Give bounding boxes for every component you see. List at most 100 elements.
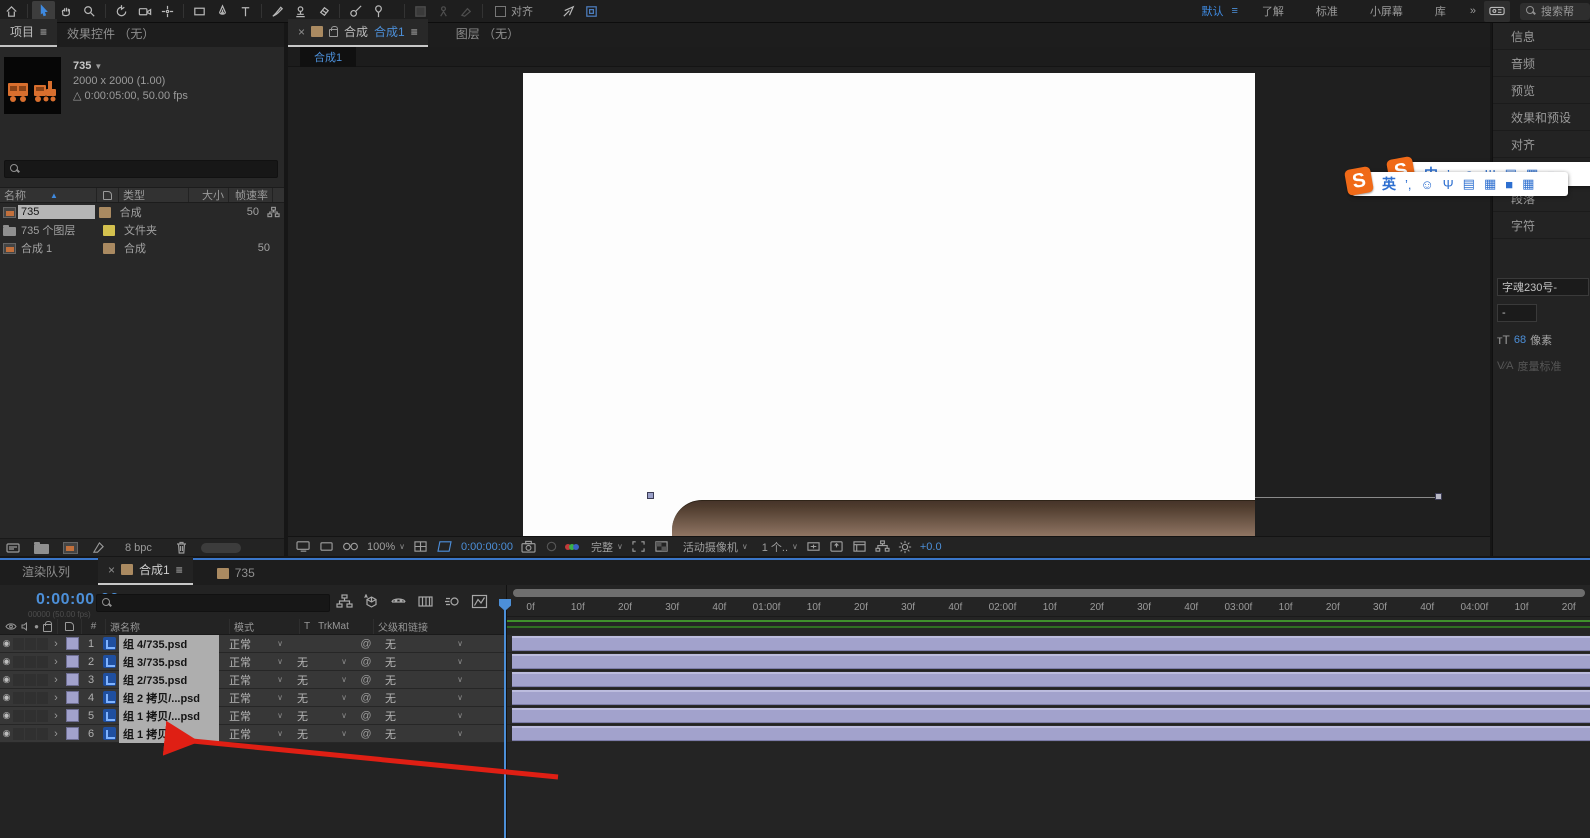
sync-settings-icon[interactable] bbox=[1484, 1, 1510, 22]
magnification-menu[interactable]: 100% bbox=[367, 541, 395, 553]
trash-icon[interactable] bbox=[176, 541, 187, 554]
layer-row[interactable]: ◉ › 2 组 3/735.psd 正常∨ 无∨ @ 无∨ bbox=[0, 653, 506, 671]
item-name[interactable]: 合成 1 bbox=[18, 239, 98, 257]
shape-anchor-handle[interactable] bbox=[647, 492, 654, 499]
panel-header[interactable]: 字符 bbox=[1493, 212, 1590, 239]
parent-dropdown[interactable]: 无∨ bbox=[381, 637, 467, 651]
eye-icon[interactable]: ◉ bbox=[0, 674, 13, 685]
show-snapshot-icon[interactable] bbox=[544, 540, 559, 553]
column-name[interactable]: 名称▲ bbox=[0, 188, 97, 202]
goggles-icon[interactable] bbox=[342, 540, 359, 553]
keyboard-icon[interactable]: ▤ bbox=[1463, 176, 1475, 192]
solo-switch-cell[interactable] bbox=[25, 638, 36, 650]
selection-handle[interactable] bbox=[1435, 493, 1442, 500]
lock-icon[interactable] bbox=[43, 624, 52, 632]
label-color-chip[interactable] bbox=[99, 207, 111, 218]
bit-depth-label[interactable]: 8 bpc bbox=[125, 542, 152, 554]
track-row[interactable] bbox=[507, 707, 1590, 725]
timeline-scrollbar[interactable] bbox=[513, 589, 1585, 597]
playhead-line[interactable] bbox=[504, 599, 506, 838]
column-source-name[interactable]: 源名称 bbox=[110, 619, 140, 634]
trkmat-dropdown[interactable] bbox=[293, 637, 351, 651]
transparency-grid-icon[interactable] bbox=[654, 540, 669, 553]
parent-dropdown[interactable]: 无∨ bbox=[381, 673, 467, 687]
mask-visibility-icon[interactable] bbox=[436, 540, 453, 553]
lock-switch-cell[interactable] bbox=[37, 638, 48, 650]
solo-switch-cell[interactable] bbox=[25, 710, 36, 722]
blend-mode-dropdown[interactable]: 正常∨ bbox=[225, 691, 287, 705]
column-t[interactable]: T bbox=[304, 621, 310, 632]
box-icon[interactable]: ■ bbox=[1505, 177, 1513, 192]
current-time-display[interactable]: 0:00:00:00 bbox=[461, 541, 513, 553]
project-row-comp1[interactable]: 合成 1 合成 50 bbox=[0, 239, 284, 257]
track-row[interactable] bbox=[507, 725, 1590, 743]
show-channels-icon[interactable] bbox=[567, 544, 579, 550]
layer-duration-bar[interactable] bbox=[512, 690, 1590, 705]
track-row[interactable] bbox=[507, 689, 1590, 707]
frame-blend-icon[interactable] bbox=[417, 594, 434, 609]
monitor-icon[interactable] bbox=[296, 540, 311, 553]
layer-duration-bar[interactable] bbox=[512, 708, 1590, 723]
layer-duration-bar[interactable] bbox=[512, 654, 1590, 669]
layer-row[interactable]: ◉ › 4 组 2 拷贝/...psd 正常∨ 无∨ @ 无∨ bbox=[0, 689, 506, 707]
audio-switch-cell[interactable] bbox=[13, 728, 24, 740]
rotate-tool[interactable] bbox=[110, 1, 133, 22]
audio-switch-cell[interactable] bbox=[13, 638, 24, 650]
panel-header[interactable]: 预览 bbox=[1493, 77, 1590, 104]
twirl-icon[interactable]: › bbox=[49, 728, 63, 740]
lock-icon[interactable] bbox=[329, 29, 338, 37]
audio-switch-cell[interactable] bbox=[13, 656, 24, 668]
footage-name[interactable]: 735 ▼ bbox=[73, 59, 188, 74]
column-label[interactable] bbox=[97, 188, 119, 202]
zoom-tool[interactable] bbox=[78, 1, 101, 22]
blend-mode-dropdown[interactable]: 正常∨ bbox=[225, 637, 287, 651]
close-icon[interactable]: × bbox=[108, 563, 115, 577]
tab-composition[interactable]: × 合成 合成1 ≡ bbox=[288, 19, 428, 47]
type-tool[interactable] bbox=[234, 1, 257, 22]
new-composition-icon[interactable] bbox=[63, 542, 78, 554]
pixel-aspect-icon[interactable] bbox=[806, 540, 821, 553]
solo-switch-cell[interactable] bbox=[25, 692, 36, 704]
label-tag-icon[interactable] bbox=[65, 622, 74, 631]
punctuation-icon[interactable]: ’, bbox=[1405, 177, 1412, 192]
column-framerate[interactable]: 帧速率 bbox=[229, 188, 273, 202]
panel-menu-icon[interactable]: ≡ bbox=[411, 25, 418, 39]
workspace-tab-standard[interactable]: 标准 bbox=[1316, 3, 1338, 19]
parent-dropdown[interactable]: 无∨ bbox=[381, 691, 467, 705]
video-eye-icon[interactable] bbox=[5, 622, 17, 631]
font-style-dropdown[interactable]: - bbox=[1497, 304, 1537, 322]
eye-icon[interactable]: ◉ bbox=[0, 692, 13, 703]
mask-expansion-icon[interactable] bbox=[580, 1, 603, 22]
eye-icon[interactable]: ◉ bbox=[0, 710, 13, 721]
twirl-icon[interactable]: › bbox=[49, 656, 63, 668]
layer-duration-bar[interactable] bbox=[512, 636, 1590, 651]
fast-preview-icon[interactable] bbox=[829, 540, 844, 553]
track-row[interactable] bbox=[507, 635, 1590, 653]
solo-icon[interactable]: ● bbox=[34, 622, 39, 631]
pan-behind-tool[interactable] bbox=[156, 1, 179, 22]
eye-icon[interactable]: ◉ bbox=[0, 638, 13, 649]
motion-blur-icon[interactable] bbox=[444, 594, 461, 609]
column-size[interactable]: 大小 bbox=[189, 188, 229, 202]
tab-timeline-comp1[interactable]: × 合成1 ≡ bbox=[98, 557, 193, 585]
panel-menu-icon[interactable]: ≡ bbox=[40, 25, 47, 39]
layer-label-chip[interactable] bbox=[66, 691, 79, 704]
parent-dropdown[interactable]: 无∨ bbox=[381, 727, 467, 741]
layer-row[interactable]: ◉ › 6 组 1 拷贝... 正常∨ 无∨ @ 无∨ bbox=[0, 725, 506, 743]
parent-pickwhip-icon[interactable]: @ bbox=[357, 656, 375, 668]
audio-icon[interactable] bbox=[21, 622, 30, 631]
blend-mode-dropdown[interactable]: 正常∨ bbox=[225, 655, 287, 669]
snap-checkbox[interactable] bbox=[495, 6, 506, 17]
snapshot-camera-icon[interactable] bbox=[521, 540, 536, 553]
layer-duration-bar[interactable] bbox=[512, 672, 1590, 687]
blend-mode-dropdown[interactable]: 正常∨ bbox=[225, 673, 287, 687]
twirl-icon[interactable]: › bbox=[49, 674, 63, 686]
comp-subtab[interactable]: 合成1 bbox=[300, 47, 356, 67]
layer-label-chip[interactable] bbox=[66, 655, 79, 668]
label-color-chip[interactable] bbox=[103, 243, 115, 254]
comp-flowchart-icon[interactable] bbox=[875, 540, 890, 553]
solo-switch-cell[interactable] bbox=[25, 674, 36, 686]
emoji-icon[interactable]: ☺ bbox=[1421, 177, 1434, 192]
rectangle-icon[interactable] bbox=[319, 540, 334, 553]
tab-project[interactable]: 项目 ≡ bbox=[0, 19, 57, 47]
